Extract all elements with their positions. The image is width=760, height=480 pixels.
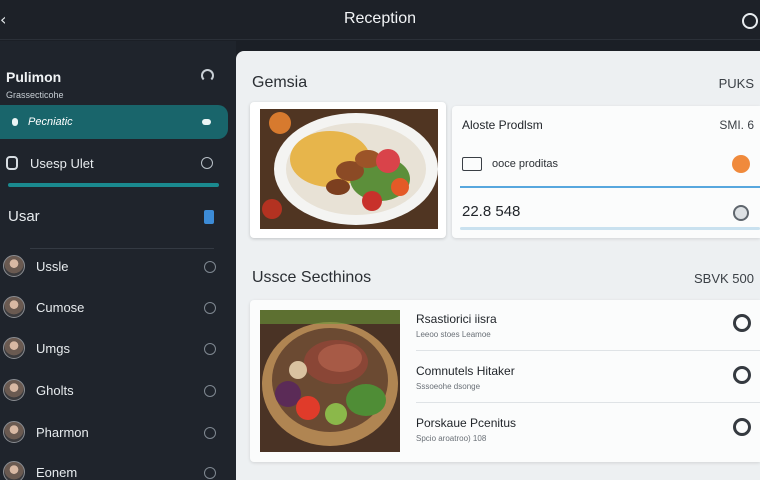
- list-item-label: Umgs: [36, 341, 70, 356]
- list-item[interactable]: Ussle: [0, 253, 228, 281]
- sidebar-subtitle: Grassecticohe: [6, 90, 64, 100]
- radio-button[interactable]: [733, 366, 751, 384]
- panel-heading: Aloste Prodlsm: [462, 118, 543, 132]
- panel-footer-bar: [460, 227, 760, 230]
- page-title: Gemsia: [252, 74, 308, 91]
- top-bar: ‹ Reception: [0, 0, 760, 40]
- header-value: PUKS: [718, 76, 754, 91]
- radio-button[interactable]: [733, 205, 749, 221]
- section-value: SBVK 500: [694, 271, 754, 286]
- food-image-card[interactable]: [250, 102, 446, 238]
- radio-button[interactable]: [733, 418, 751, 436]
- list-item[interactable]: Pharmon: [0, 419, 228, 447]
- sidebar-item-user[interactable]: Usesp Ulet: [0, 151, 228, 177]
- list-item-label: Ussle: [36, 259, 69, 274]
- radio-button[interactable]: [733, 314, 751, 332]
- panel-heading-value: SMI. 6: [719, 118, 754, 132]
- list-item-label: Gholts: [36, 383, 74, 398]
- list-item-title: Comnutels Hitaker: [416, 364, 515, 378]
- panel-number: 22.8 548: [462, 203, 521, 220]
- list-item-subtitle: Leeoo stoes Leamoe: [416, 330, 491, 339]
- radio-circle-icon[interactable]: [204, 427, 216, 439]
- food-plate-image: [260, 109, 438, 229]
- main-content: Gemsia PUKS Aloste Prodlsm SMI. 6 ooce p…: [236, 51, 760, 480]
- sidebar-section-title: Usar: [8, 208, 40, 225]
- radio-circle-icon[interactable]: [204, 467, 216, 479]
- list-item-subtitle: Spcio aroatroo) 108: [416, 434, 487, 443]
- list-item-subtitle: Sssoeohe dsonge: [416, 382, 481, 391]
- sidebar: Pulimon Grassecticohe Pecniatic Usesp Ul…: [0, 41, 236, 480]
- avatar: [3, 379, 25, 401]
- sidebar-item-label: Pecniatic: [28, 116, 73, 128]
- list-item[interactable]: Rsastiorici iisra Leeoo stoes Leamoe: [416, 300, 760, 348]
- app-title: Reception: [343, 10, 417, 27]
- section-panel: Rsastiorici iisra Leeoo stoes Leamoe Com…: [250, 300, 760, 462]
- avatar: [3, 421, 25, 443]
- list-item-label: Cumose: [36, 300, 85, 315]
- list-item-title: Porskaue Pcenitus: [416, 416, 517, 430]
- divider-line: [460, 186, 760, 188]
- food-bowl-image: [260, 310, 400, 452]
- panel-row-label: ooce proditas: [492, 158, 559, 170]
- summary-panel: Aloste Prodlsm SMI. 6 ooce proditas 22.8…: [452, 106, 760, 238]
- list-item[interactable]: Umgs: [0, 335, 228, 363]
- list-item[interactable]: Porskaue Pcenitus Spcio aroatroo) 108: [416, 404, 760, 452]
- toggle-pill-icon: [202, 119, 211, 125]
- card-icon: [462, 157, 482, 171]
- orange-action-button[interactable]: [732, 155, 750, 173]
- avatar: [3, 337, 25, 359]
- divider: [30, 248, 214, 249]
- avatar: [3, 461, 25, 480]
- sidebar-title: Pulimon: [6, 69, 62, 85]
- radio-circle-icon[interactable]: [204, 343, 216, 355]
- list-item-label: Pharmon: [36, 425, 89, 440]
- section-title: Ussce Secthinos: [252, 269, 372, 286]
- divider: [416, 402, 760, 403]
- list-item[interactable]: Comnutels Hitaker Sssoeohe dsonge: [416, 352, 760, 400]
- list-item[interactable]: Eonem: [0, 459, 228, 480]
- avatar: [3, 255, 25, 277]
- list-item-label: Eonem: [36, 465, 78, 480]
- sidebar-item-label: Usesp Ulet: [30, 156, 94, 171]
- radio-circle-icon[interactable]: [204, 261, 216, 273]
- list-item-title: Rsastiorici iisra: [416, 312, 497, 326]
- progress-bar: [8, 183, 219, 187]
- sidebar-item-active[interactable]: Pecniatic: [0, 105, 228, 139]
- divider: [416, 350, 760, 351]
- panel-row[interactable]: ooce proditas: [462, 154, 758, 178]
- chat-bubble-icon: [6, 156, 18, 170]
- circle-icon[interactable]: [742, 13, 758, 29]
- list-item[interactable]: Gholts: [0, 377, 228, 405]
- list-item[interactable]: Cumose: [0, 294, 228, 322]
- radio-circle-icon[interactable]: [201, 157, 213, 169]
- radio-circle-icon[interactable]: [204, 385, 216, 397]
- radio-circle-icon[interactable]: [204, 302, 216, 314]
- avatar: [3, 296, 25, 318]
- refresh-icon[interactable]: [201, 69, 214, 82]
- bullet-icon: [12, 118, 18, 126]
- phone-icon[interactable]: [204, 210, 214, 224]
